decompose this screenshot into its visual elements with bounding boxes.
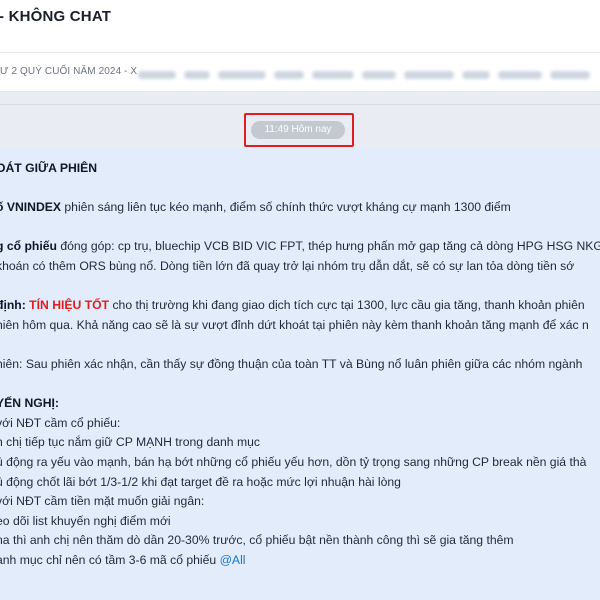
assess-label: định: (0, 298, 26, 313)
assess-text-1: cho thị trường khi đang giao dịch tích c… (109, 298, 585, 313)
group-subheader: Ư 2 QUÝ CUỐI NĂM 2024 - X (0, 53, 600, 92)
reco-item: với NĐT cầm cổ phiếu: (0, 415, 121, 430)
reco-item: anh mục chỉ nên có tầm 3-6 mã cổ phiếu (0, 552, 220, 567)
reco-item: ủ động ra yếu vào mạnh, bán hạ bớt những… (0, 454, 587, 469)
message-text: OÁT GIỮA PHIÊN ố VNINDEX phiên sáng liên… (0, 159, 600, 570)
stocks-text-1: đóng góp: cp trụ, bluechip VCB BID VIC F… (56, 239, 600, 254)
group-breadcrumb: Ư 2 QUÝ CUỐI NĂM 2024 - X (0, 66, 138, 77)
reco-item: h chị tiếp tục nắm giữ CP MẠNH trong dan… (0, 435, 260, 450)
highlight-box (244, 113, 354, 147)
signal-text: TÍN HIỆU TỐT (29, 298, 110, 313)
vnindex-text: phiên sáng liên tục kéo mạnh, điểm số ch… (61, 200, 511, 215)
reco-item: na thì anh chị nên thăm dò dần 20-30% tr… (0, 533, 514, 548)
assess-text-2: hiên hôm qua. Khả năng cao sẽ là sự vượt… (0, 317, 589, 332)
reco-item: eo dõi list khuyến nghị điểm mới (0, 513, 171, 528)
stocks-text-2: khoán có thêm ORS bùng nổ. Dòng tiền lớn… (0, 258, 575, 273)
reco-heading: YẾN NGHỊ: (0, 396, 59, 411)
reco-item: ủ động chốt lãi bớt 1/3-1/2 khi đạt targ… (0, 474, 401, 489)
chat-header: - KHÔNG CHAT (0, 0, 600, 53)
stocks-label: g cổ phiếu (0, 239, 57, 254)
chat-title: - KHÔNG CHAT (0, 8, 112, 25)
reco-item: với NĐT cầm tiền mặt muốn giải ngân: (0, 494, 205, 509)
mention-all-link[interactable]: @All (220, 553, 246, 567)
redacted-text (138, 71, 600, 79)
next-session-text: hiên: Sau phiên xác nhận, cần thấy sự đồ… (0, 356, 583, 371)
divider (0, 104, 600, 105)
vnindex-label: ố VNINDEX (0, 200, 62, 215)
message-heading: OÁT GIỮA PHIÊN (0, 161, 98, 175)
